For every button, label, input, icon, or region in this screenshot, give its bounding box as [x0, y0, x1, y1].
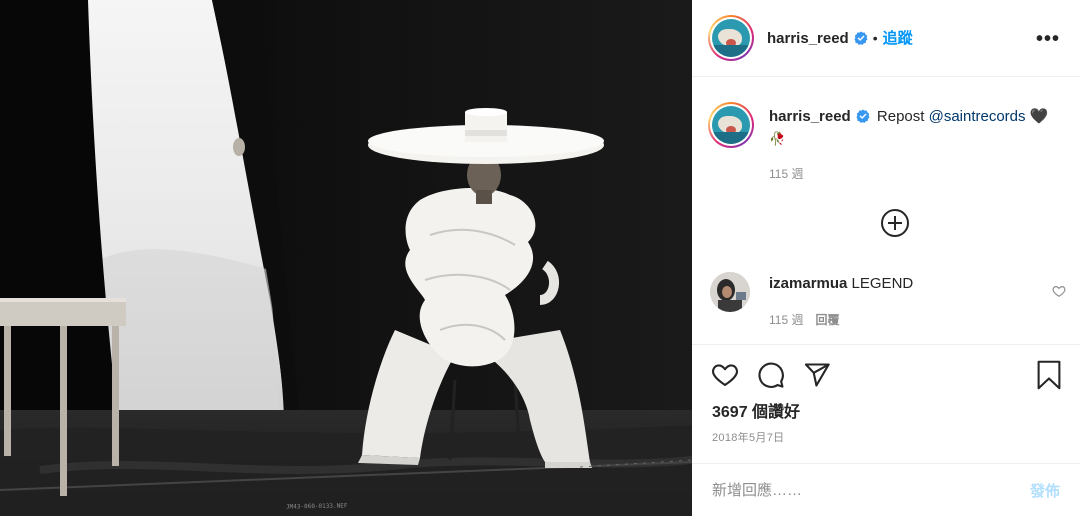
post-date[interactable]: 2018年5月7日: [712, 429, 784, 445]
post-header: harris_reed • 追蹤 •••: [692, 0, 1080, 77]
heart-icon[interactable]: [711, 361, 739, 389]
comment-text: LEGEND: [851, 275, 914, 292]
caption-age: 115 週: [769, 167, 804, 181]
add-comment-input[interactable]: [712, 479, 1002, 501]
likes-count[interactable]: 3697 個讚好: [712, 398, 800, 422]
post-comment-button[interactable]: 發佈: [1030, 480, 1060, 501]
comment-body: izamarmua LEGEND: [769, 275, 913, 292]
commenter-avatar[interactable]: [710, 272, 750, 312]
rose-emoji: 🥀: [769, 131, 786, 146]
caption-author-avatar[interactable]: [708, 102, 754, 148]
post-photo[interactable]: JM43-060-0133.NEF: [0, 0, 692, 516]
comment-bubble-icon[interactable]: [757, 361, 785, 389]
more-options-icon[interactable]: •••: [1036, 28, 1060, 51]
verified-badge-icon: [854, 31, 868, 45]
author-username[interactable]: harris_reed: [767, 30, 849, 47]
photo-art: [0, 0, 692, 516]
black-heart-emoji: 🖤: [1029, 108, 1049, 125]
paper-plane-icon[interactable]: [803, 361, 831, 389]
caption-username[interactable]: harris_reed: [769, 108, 851, 125]
author-avatar[interactable]: [708, 15, 754, 61]
heart-outline-small-icon[interactable]: [1052, 284, 1066, 298]
header-title-row: harris_reed • 追蹤: [767, 27, 913, 48]
comment-meta: 115 週回覆: [769, 311, 839, 329]
post-side-panel: harris_reed • 追蹤 ••• harris_reed Repost @s…: [692, 0, 1080, 516]
follow-button[interactable]: 追蹤: [883, 30, 913, 47]
reply-button[interactable]: 回覆: [815, 313, 839, 327]
caption: harris_reed Repost @saintrecords 🖤 🥀: [769, 106, 1069, 150]
film-code-label: JM43-060-0133.NEF: [285, 502, 348, 511]
comment-age: 115 週: [769, 313, 804, 327]
bookmark-icon[interactable]: [1035, 360, 1063, 390]
caption-text: Repost: [876, 108, 929, 125]
separator-dot: •: [872, 30, 878, 46]
plus-circle-icon[interactable]: [881, 209, 909, 237]
commenter-username[interactable]: izamarmua: [769, 275, 847, 292]
comment-composer: 發佈: [692, 463, 1080, 516]
commenter-avatar-image: [710, 272, 750, 312]
mention-link[interactable]: @saintrecords: [929, 108, 1026, 125]
verified-badge-icon: [856, 109, 870, 123]
action-bar: 3697 個讚好 2018年5月7日 發佈: [692, 344, 1080, 516]
